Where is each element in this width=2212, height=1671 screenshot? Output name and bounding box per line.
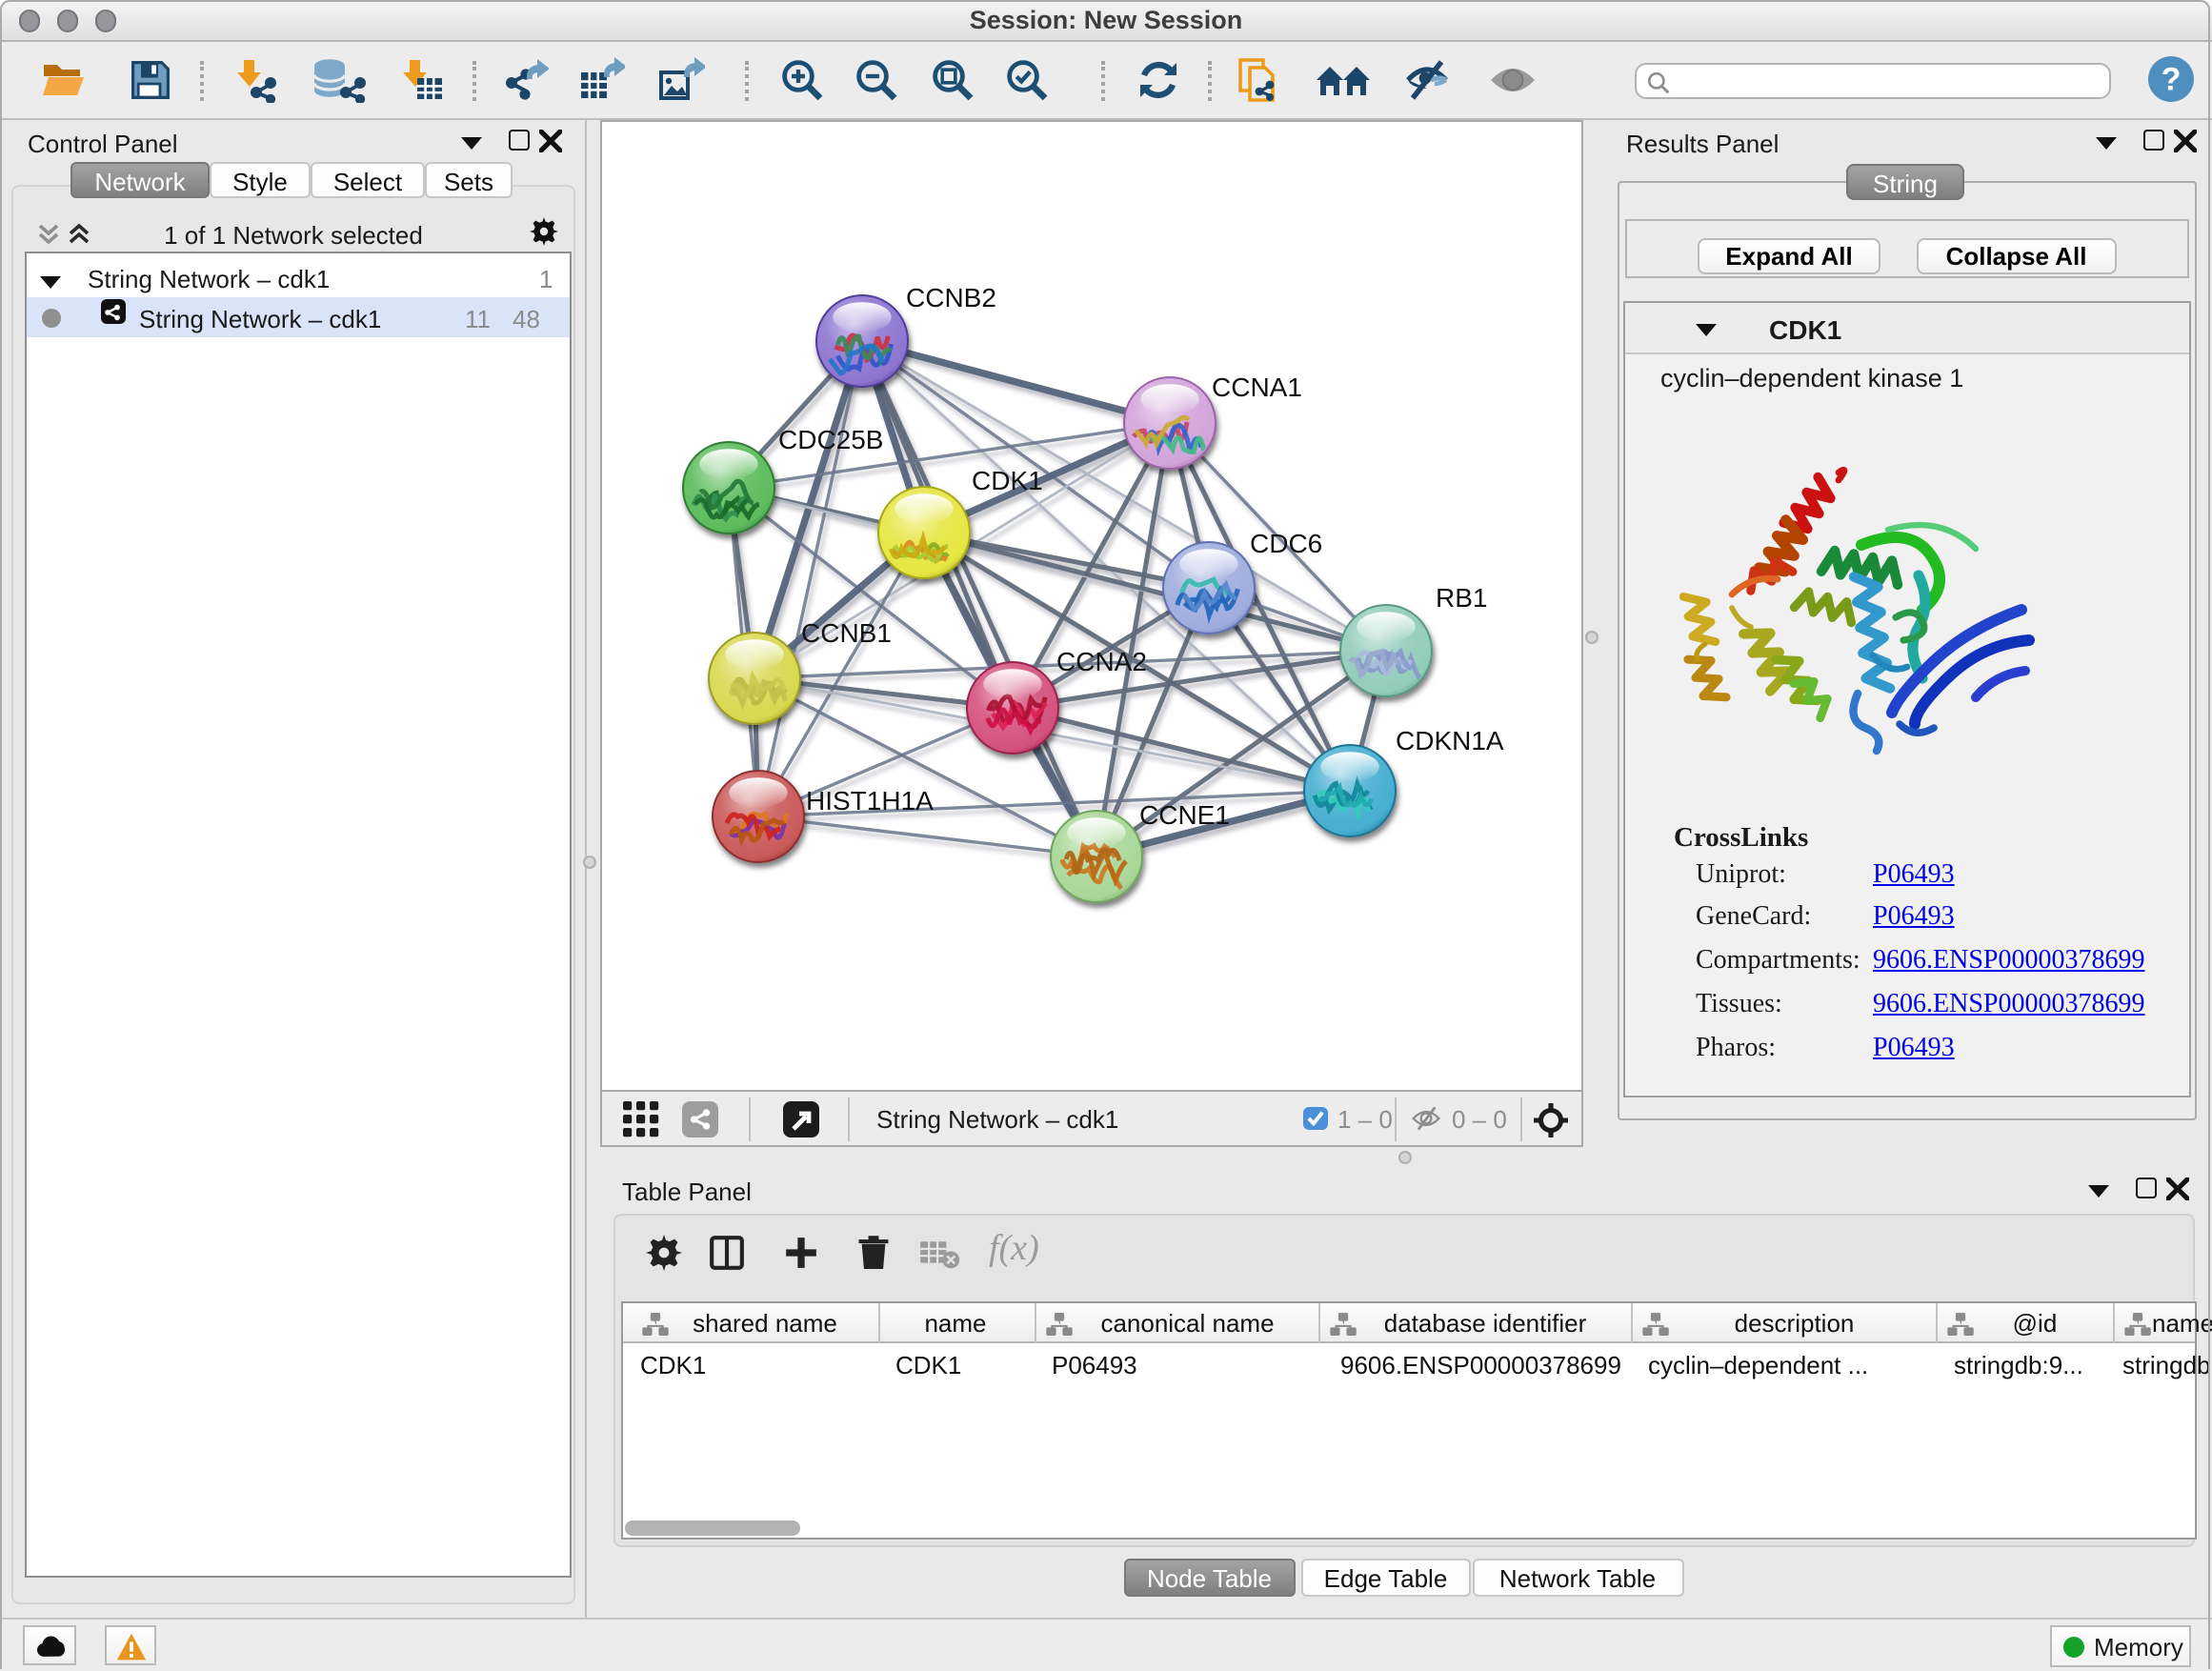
svg-text:CDK1: CDK1	[972, 466, 1043, 495]
svg-text:CCNB2: CCNB2	[906, 283, 996, 312]
svg-text:HIST1H1A: HIST1H1A	[806, 786, 934, 815]
svg-text:CDC25B: CDC25B	[778, 425, 883, 454]
svg-text:RB1: RB1	[1436, 583, 1487, 613]
svg-text:CDKN1A: CDKN1A	[1396, 726, 1504, 755]
svg-text:CCNE1: CCNE1	[1139, 800, 1230, 830]
svg-text:CCNB1: CCNB1	[801, 618, 892, 648]
svg-text:CDC6: CDC6	[1250, 529, 1322, 558]
svg-text:CCNA1: CCNA1	[1212, 372, 1302, 402]
svg-text:?: ?	[2162, 61, 2182, 97]
svg-text:CCNA2: CCNA2	[1056, 647, 1147, 676]
